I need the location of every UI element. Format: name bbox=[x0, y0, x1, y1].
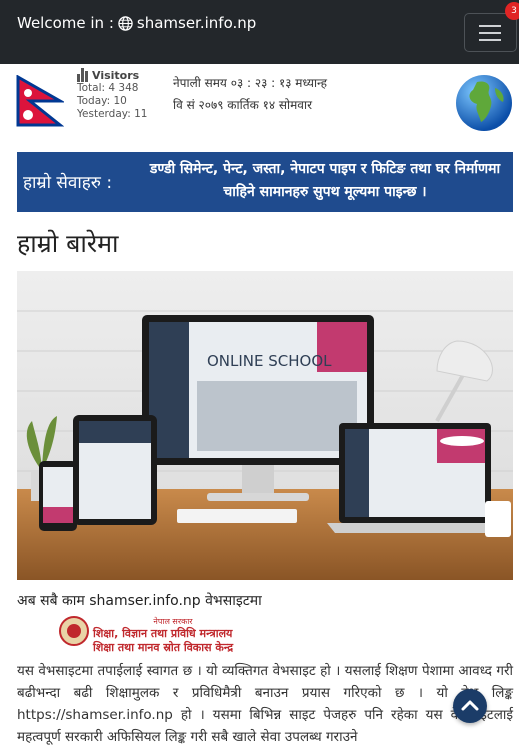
logo-line-2: शिक्षा, विज्ञान तथा प्रविधि मन्त्रालय bbox=[93, 627, 233, 640]
scroll-to-top-button[interactable] bbox=[453, 689, 487, 723]
nepal-flag-icon bbox=[16, 75, 64, 127]
nepali-date: वि सं २०७९ कार्तिक १४ सोमवार bbox=[173, 98, 312, 112]
visitors-yesterday: Yesterday: 11 bbox=[77, 108, 148, 120]
visitors-title: Visitors bbox=[77, 68, 147, 82]
hamburger-icon-bar bbox=[479, 32, 501, 34]
nepali-time: नेपाली समय ०३ : २३ : १३ मध्यान्ह bbox=[173, 76, 328, 90]
about-caption: अब सबै काम shamser.info.np वेभसाइटमा bbox=[17, 593, 262, 609]
hero-screen-text: ONLINE SCHOOL bbox=[207, 352, 332, 370]
hamburger-icon-bar bbox=[479, 39, 501, 41]
hamburger-icon bbox=[479, 25, 501, 27]
welcome-label: Welcome in : bbox=[17, 14, 114, 32]
services-banner: हाम्रो सेवाहरु : डण्डी सिमेन्ट, पेन्ट, ज… bbox=[17, 152, 513, 212]
logo-line-3: शिक्षा तथा मानव स्रोत विकास केन्द्र bbox=[93, 641, 234, 654]
hero-image: ONLINE SCHOOL bbox=[17, 271, 513, 580]
banner-text: डण्डी सिमेन्ट, पेन्ट, जस्ता, नेपाटप पाइप… bbox=[149, 161, 501, 200]
site-name: shamser.info.np bbox=[136, 14, 257, 32]
nepali-datetime: नेपाली समय ०३ : २३ : १३ मध्यान्ह वि सं २… bbox=[173, 72, 327, 116]
about-paragraph: यस वेभसाइटमा तपाईलाई स्वागत छ । यो व्यक्… bbox=[17, 663, 513, 745]
brand[interactable]: Welcome in : shamser.info.np bbox=[17, 14, 256, 32]
bar-chart-icon bbox=[77, 68, 88, 82]
earth-globe-icon bbox=[456, 75, 512, 131]
globe-icon bbox=[118, 15, 133, 31]
top-navbar: Welcome in : shamser.info.np 3 bbox=[0, 0, 519, 64]
about-heading: हाम्रो बारेमा bbox=[17, 229, 119, 258]
chevron-up-icon bbox=[461, 700, 479, 711]
visitors-title-text: Visitors bbox=[92, 68, 140, 82]
banner-label: हाम्रो सेवाहरु : bbox=[23, 173, 113, 193]
visitors-today: Today: 10 bbox=[77, 95, 127, 107]
visitor-counter: Visitors Total: 4 348 Today: 10 Yesterda… bbox=[77, 68, 147, 121]
visitors-total: Total: 4 348 bbox=[77, 82, 139, 94]
ministry-logo: नेपाल सरकार शिक्षा, विज्ञान तथा प्रविधि … bbox=[59, 614, 233, 654]
emblem-icon bbox=[59, 616, 89, 646]
notification-badge[interactable]: 3 bbox=[505, 2, 519, 20]
